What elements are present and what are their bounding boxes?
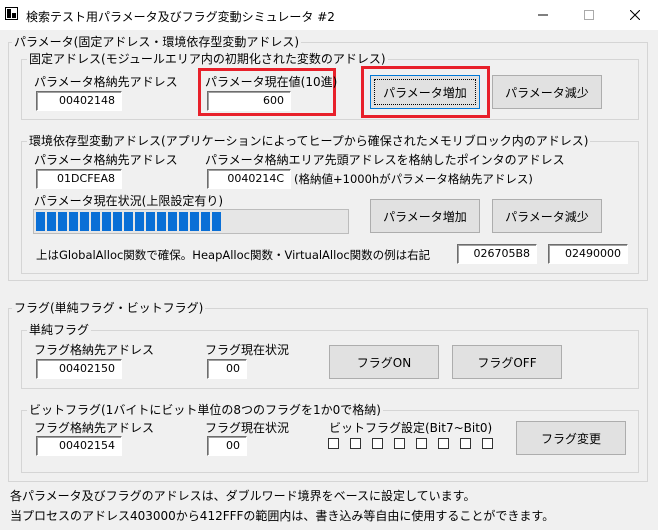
bit-flag-legend: ビットフラグ(1バイトにビット単位の8つのフラグを1か0で格納) bbox=[27, 403, 383, 417]
maximize-icon bbox=[584, 10, 594, 20]
dynamic-decrease-button[interactable]: パラメータ減少 bbox=[492, 199, 602, 233]
window-title: 検索テスト用パラメータ及びフラグ変動シミュレータ #2 bbox=[26, 10, 335, 24]
simple-flag-address-field: 00402150 bbox=[36, 359, 122, 379]
close-icon bbox=[630, 10, 640, 20]
minimize-button[interactable] bbox=[520, 0, 566, 30]
fixed-address-legend: 固定アドレス(モジュールエリア内の初期化された変数のアドレス) bbox=[27, 52, 388, 66]
fixed-decrease-button[interactable]: パラメータ減少 bbox=[492, 75, 602, 109]
bit5-checkbox[interactable] bbox=[372, 438, 383, 449]
progress-segment bbox=[47, 212, 56, 231]
virtual-alloc-field: 02490000 bbox=[548, 244, 628, 264]
maximize-button[interactable] bbox=[566, 0, 612, 30]
bit0-checkbox[interactable] bbox=[482, 438, 493, 449]
bit-flag-status-label: フラグ現在状況 bbox=[205, 421, 290, 435]
dynamic-status-label: パラメータ現在状況(上限設定有り) bbox=[34, 194, 224, 208]
bit3-checkbox[interactable] bbox=[416, 438, 427, 449]
footer-note-1: 各パラメータ及びフラグのアドレスは、ダブルワード境界をベースに設定しています。 bbox=[10, 489, 476, 503]
bit-flag-settings-label: ビットフラグ設定(Bit7~Bit0) bbox=[329, 421, 493, 435]
fixed-address-field: 00402148 bbox=[36, 91, 122, 111]
progress-segment bbox=[212, 212, 221, 231]
progress-segment bbox=[69, 212, 78, 231]
fixed-current-field: 600 bbox=[207, 91, 291, 111]
progress-segment bbox=[102, 212, 111, 231]
dynamic-increase-button[interactable]: パラメータ増加 bbox=[370, 199, 480, 233]
simple-flag-status-field: 00 bbox=[207, 359, 247, 379]
progress-segment bbox=[36, 212, 45, 231]
dynamic-address-field: 01DCFEA8 bbox=[36, 169, 122, 189]
bit-flag-address-label: フラグ格納先アドレス bbox=[34, 421, 155, 435]
simple-flag-legend: 単純フラグ bbox=[27, 323, 92, 337]
progress-segment bbox=[146, 212, 155, 231]
dynamic-address-label: パラメータ格納先アドレス bbox=[34, 153, 178, 167]
footer-note-2: 当プロセスのアドレス403000から412FFFの範囲内は、書き込み等自由に使用… bbox=[10, 509, 555, 523]
bit7-checkbox[interactable] bbox=[328, 438, 339, 449]
bit-flag-status-field: 00 bbox=[207, 436, 247, 456]
alloc-note: 上はGlobalAlloc関数で確保。HeapAlloc関数・VirtualAl… bbox=[36, 248, 431, 262]
progress-segment bbox=[58, 212, 67, 231]
progress-segment bbox=[190, 212, 199, 231]
progress-segment bbox=[179, 212, 188, 231]
pointer-address-field: 0040214C bbox=[207, 169, 291, 189]
bit1-checkbox[interactable] bbox=[460, 438, 471, 449]
progress-segment bbox=[168, 212, 177, 231]
fixed-increase-button[interactable]: パラメータ増加 bbox=[370, 75, 480, 109]
progress-segment bbox=[201, 212, 210, 231]
app-icon bbox=[5, 7, 18, 20]
flag-off-button[interactable]: フラグOFF bbox=[452, 345, 562, 379]
progress-segment bbox=[80, 212, 89, 231]
pointer-address-label: パラメータ格納エリア先頭アドレスを格納したポインタのアドレス bbox=[205, 153, 565, 167]
bit6-checkbox[interactable] bbox=[350, 438, 361, 449]
progress-segment bbox=[124, 212, 133, 231]
parameter-progress-bar bbox=[33, 209, 349, 234]
heap-alloc-field: 026705B8 bbox=[457, 244, 537, 264]
flag-group-legend: フラグ(単純フラグ・ビットフラグ) bbox=[12, 301, 206, 315]
bit4-checkbox[interactable] bbox=[394, 438, 405, 449]
progress-segment bbox=[113, 212, 122, 231]
simple-flag-status-label: フラグ現在状況 bbox=[205, 343, 290, 357]
fixed-address-label: パラメータ格納先アドレス bbox=[34, 75, 178, 89]
progress-segment bbox=[91, 212, 100, 231]
close-button[interactable] bbox=[612, 0, 658, 30]
minimize-icon bbox=[538, 14, 548, 16]
bit2-checkbox[interactable] bbox=[438, 438, 449, 449]
flag-on-button[interactable]: フラグON bbox=[329, 345, 439, 379]
fixed-current-label: パラメータ現在値(10進) bbox=[205, 75, 338, 89]
simple-flag-address-label: フラグ格納先アドレス bbox=[34, 343, 155, 357]
progress-segment bbox=[157, 212, 166, 231]
progress-segment bbox=[135, 212, 144, 231]
flag-change-button[interactable]: フラグ変更 bbox=[516, 421, 626, 455]
pointer-address-note: (格納値+1000hがパラメータ格納先アドレス) bbox=[294, 172, 533, 186]
dynamic-address-legend: 環境依存型変動アドレス(アプリケーションによってヒープから確保されたメモリブロッ… bbox=[27, 134, 591, 148]
parameter-group-legend: パラメータ(固定アドレス・環境依存型変動アドレス) bbox=[12, 35, 302, 49]
bit-flag-address-field: 00402154 bbox=[36, 436, 122, 456]
